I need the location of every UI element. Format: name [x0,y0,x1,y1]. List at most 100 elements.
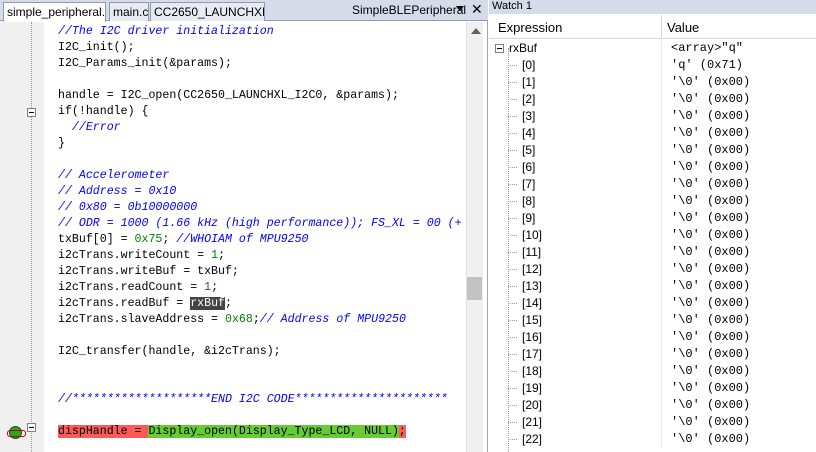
scrollbar-thumb[interactable] [467,277,482,300]
tree-branch-line [508,184,517,185]
code-token: ; [162,233,177,246]
watch-value: '\0' (0x00) [671,313,751,327]
watch-index: [9] [522,211,536,225]
watch-row[interactable]: [5] '\0' (0x00) [489,142,816,159]
watch-value: '\0' (0x00) [671,381,751,395]
watch-row[interactable]: [10] '\0' (0x00) [489,227,816,244]
watch-value: '\0' (0x00) [671,194,751,208]
watch-index: [13] [522,279,543,293]
tree-branch-line [508,439,517,440]
watch-pane-title: Watch 1 [489,0,816,14]
code-token: i2cTrans.writeCount = [58,249,212,262]
code-line: handle = I2C_open(CC2650_LAUNCHXL_I2C0, … [58,89,399,102]
watch-value: '\0' (0x00) [671,330,751,344]
watch-row[interactable]: [8] '\0' (0x00) [489,193,816,210]
column-expression[interactable]: Expression [498,15,562,39]
watch-row[interactable]: [21] '\0' (0x00) [489,414,816,431]
watch-value: '\0' (0x00) [671,398,751,412]
watch-row[interactable]: [4] '\0' (0x00) [489,125,816,142]
close-icon[interactable]: ✕ [471,1,483,18]
watch-value: '\0' (0x00) [671,262,751,276]
watch-row[interactable]: [14] '\0' (0x00) [489,295,816,312]
editor-gutter[interactable] [0,22,44,452]
tree-branch-line [508,65,517,66]
code-token: ; [225,297,232,310]
tree-branch-line [508,388,517,389]
current-line: dispHandle = Display_open(Display_Type_L… [58,424,406,440]
tree-branch-line [508,167,517,168]
tree-branch-line [508,116,517,117]
tree-branch-line [508,201,517,202]
code-line: // Address = 0x10 [58,185,177,198]
tree-branch-line [508,99,517,100]
tab-cc2650-launchxl-c[interactable]: CC2650_LAUNCHXL.c [150,2,265,21]
column-divider[interactable] [661,15,662,39]
code-line: i2cTrans.readCount = 1; [58,280,218,296]
watch-row[interactable]: [15] '\0' (0x00) [489,312,816,329]
vertical-scrollbar[interactable] [466,22,483,452]
column-divider [661,74,662,91]
watch-row[interactable]: [2] '\0' (0x00) [489,91,816,108]
code-token: txBuf[0] = [58,233,135,246]
code-line: txBuf[0] = 0x75; //WHOIAM of MPU9250 [58,232,309,248]
watch-index: [16] [522,330,543,344]
code-number: 1 [211,249,219,262]
tab-main-c[interactable]: main.c [109,2,149,21]
tree-branch-line [508,286,517,287]
tab-simple-peripheral-c[interactable]: simple_peripheral.c [3,2,106,22]
column-divider [661,193,662,210]
scroll-up-arrow-icon[interactable] [471,28,481,34]
collapse-icon[interactable] [27,423,36,432]
breakpoint-current-line-icon[interactable] [7,426,26,439]
column-divider [661,159,662,176]
watch-value: '\0' (0x00) [671,211,751,225]
column-value[interactable]: Value [667,15,699,39]
watch-row[interactable]: [1] '\0' (0x00) [489,74,816,91]
watch-value: <array>"q" [671,41,744,55]
column-divider [661,91,662,108]
watch-index: [19] [522,381,543,395]
watch-row[interactable]: [17] '\0' (0x00) [489,346,816,363]
code-area[interactable]: //The I2C driver initialization I2C_init… [58,22,466,452]
watch-value: '\0' (0x00) [671,296,751,310]
tree-branch-line [508,405,517,406]
watch-row[interactable]: [12] '\0' (0x00) [489,261,816,278]
column-divider [661,431,662,448]
watch-value: '\0' (0x00) [671,415,751,429]
chevron-down-icon[interactable] [456,6,464,11]
code-line: i2cTrans.writeCount = 1; [58,248,225,264]
watch-row[interactable]: [20] '\0' (0x00) [489,397,816,414]
watch-row[interactable]: [13] '\0' (0x00) [489,278,816,295]
watch-row[interactable]: [18] '\0' (0x00) [489,363,816,380]
watch-row[interactable]: [0] 'q' (0x71) [489,57,816,74]
watch-value: '\0' (0x00) [671,228,751,242]
watch-index: [14] [522,296,543,310]
column-divider [661,312,662,329]
collapse-icon[interactable] [495,44,504,53]
watch-row[interactable]: [22] '\0' (0x00) [489,431,816,448]
breakpoint-highlight: dispHandle = [58,425,149,438]
function-selector[interactable]: SimpleBLEPeripheral [352,2,466,19]
watch-row[interactable]: [19] '\0' (0x00) [489,380,816,397]
code-token: i2cTrans.readBuf = [58,297,191,310]
tree-branch-line [508,269,517,270]
column-divider [661,176,662,193]
watch-row[interactable]: [7] '\0' (0x00) [489,176,816,193]
watch-row[interactable]: [11] '\0' (0x00) [489,244,816,261]
selected-identifier[interactable]: rxBuf [190,297,225,310]
code-line: // Accelerometer [58,169,170,182]
watch-value: '\0' (0x00) [671,177,751,191]
watch-row[interactable]: [6] '\0' (0x00) [489,159,816,176]
code-comment: // Address of MPU9250 [259,313,406,326]
watch-row-root[interactable]: rxBuf <array>"q" [489,40,816,57]
column-divider [661,57,662,74]
watch-index: [6] [522,160,536,174]
watch-row[interactable]: [16] '\0' (0x00) [489,329,816,346]
tree-branch-line [508,133,517,134]
watch-row[interactable]: [9] '\0' (0x00) [489,210,816,227]
code-line: i2cTrans.writeBuf = txBuf; [58,265,239,278]
column-divider [661,346,662,363]
watch-row[interactable]: [3] '\0' (0x00) [489,108,816,125]
code-line: // 0x80 = 0b10000000 [58,201,198,214]
collapse-icon[interactable] [27,108,36,117]
